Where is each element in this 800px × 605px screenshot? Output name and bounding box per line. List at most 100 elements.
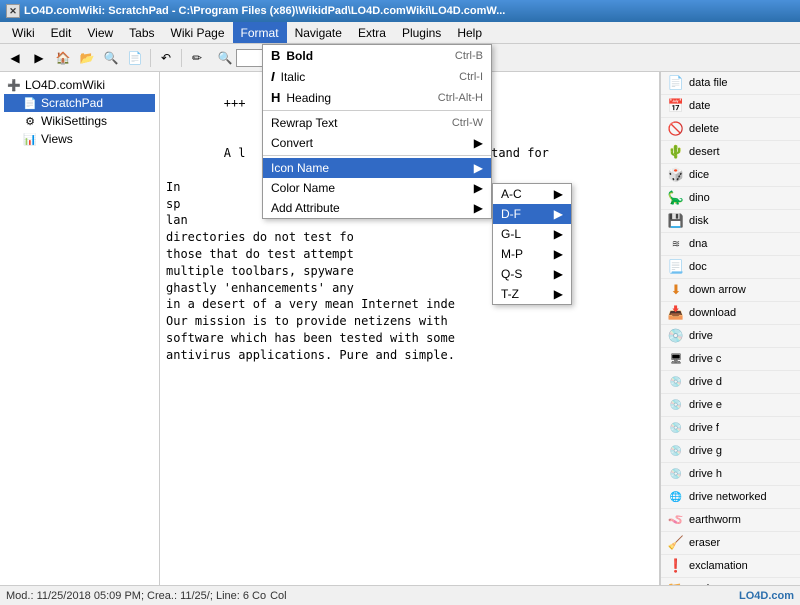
right-item-drived-label: drive d: [689, 376, 722, 388]
right-item-drivef[interactable]: 💿 drive f: [661, 417, 800, 440]
page-button[interactable]: 📄: [124, 47, 146, 69]
right-item-eraser[interactable]: 🧹 eraser: [661, 532, 800, 555]
settings-icon: ⚙: [22, 113, 38, 129]
back-button[interactable]: ◀: [4, 47, 26, 69]
icon-sub-tz-arrow: ▶: [554, 287, 563, 301]
format-rewrap[interactable]: Rewrap Text Ctrl-W: [263, 113, 491, 133]
menu-bar: Wiki Edit View Tabs Wiki Page Format Nav…: [0, 22, 800, 44]
right-item-explorer[interactable]: 📂 explorer: [661, 578, 800, 585]
drivenetworked-icon: 🌐: [667, 488, 685, 506]
right-item-driveg[interactable]: 💿 drive g: [661, 440, 800, 463]
tree-views[interactable]: 📊 Views: [4, 130, 155, 148]
right-item-drivec[interactable]: 🖥 drive c: [661, 348, 800, 371]
downarrow-icon: ⬇: [667, 281, 685, 299]
format-addattrib[interactable]: Add Attribute ▶: [263, 198, 491, 218]
right-item-datafile[interactable]: 📄 data file: [661, 72, 800, 95]
right-item-drivee[interactable]: 💿 drive e: [661, 394, 800, 417]
right-item-drive[interactable]: 💿 drive: [661, 325, 800, 348]
format-italic[interactable]: I Italic Ctrl-I: [263, 66, 491, 87]
tree-scratchpad[interactable]: 📄 ScratchPad: [4, 94, 155, 112]
date-icon: 📅: [667, 97, 685, 115]
home-button[interactable]: 🏠: [52, 47, 74, 69]
right-item-desert[interactable]: 🌵 desert: [661, 141, 800, 164]
icon-sub-tz-label: T-Z: [501, 287, 519, 301]
right-item-driveg-label: drive g: [689, 445, 722, 457]
tree-root-label: LO4D.comWiki: [25, 78, 105, 92]
tree-wikisettings-label: WikiSettings: [41, 114, 107, 128]
undo-button[interactable]: ↶: [155, 47, 177, 69]
icon-sub-tz[interactable]: T-Z ▶: [493, 284, 571, 304]
find-button[interactable]: 🔍: [100, 47, 122, 69]
format-bold[interactable]: B Bold Ctrl-B: [263, 45, 491, 66]
format-rewrap-label: Rewrap Text: [271, 116, 452, 130]
format-iconname[interactable]: Icon Name ▶: [263, 158, 491, 178]
right-item-dna[interactable]: ≋ dna: [661, 233, 800, 256]
format-colorname-label: Color Name: [271, 181, 470, 195]
format-iconname-label: Icon Name: [271, 161, 470, 175]
menu-format[interactable]: Format: [233, 22, 287, 43]
datafile-icon: 📄: [667, 74, 685, 92]
right-item-earthworm-label: earthworm: [689, 514, 741, 526]
menu-extra[interactable]: Extra: [350, 22, 394, 43]
right-item-eraser-label: eraser: [689, 537, 720, 549]
window-title: LO4D.comWiki: ScratchPad - C:\Program Fi…: [24, 5, 505, 17]
right-item-exclamation[interactable]: ❗ exclamation: [661, 555, 800, 578]
tree-wikisettings[interactable]: ⚙ WikiSettings: [4, 112, 155, 130]
fmt-separator2: [263, 155, 491, 156]
forward-button[interactable]: ▶: [28, 47, 50, 69]
right-item-downarrow[interactable]: ⬇ down arrow: [661, 279, 800, 302]
menu-navigate[interactable]: Navigate: [287, 22, 350, 43]
open-button[interactable]: 📂: [76, 47, 98, 69]
tree-scratchpad-label: ScratchPad: [41, 96, 103, 110]
page-icon: 📄: [22, 95, 38, 111]
menu-view[interactable]: View: [79, 22, 121, 43]
search-icon-btn[interactable]: 🔍: [214, 47, 236, 69]
right-item-download[interactable]: 📥 download: [661, 302, 800, 325]
right-item-download-label: download: [689, 307, 736, 319]
delete-icon: 🚫: [667, 120, 685, 138]
right-item-earthworm[interactable]: 🪱 earthworm: [661, 509, 800, 532]
right-item-drived[interactable]: 💿 drive d: [661, 371, 800, 394]
format-colorname[interactable]: Color Name ▶: [263, 178, 491, 198]
right-item-date-label: date: [689, 100, 710, 112]
format-heading[interactable]: H Heading Ctrl-Alt-H: [263, 87, 491, 108]
right-item-disk[interactable]: 💾 disk: [661, 210, 800, 233]
format-colorname-arrow: ▶: [474, 181, 483, 195]
menu-help[interactable]: Help: [449, 22, 490, 43]
icon-sub-df[interactable]: D-F ▶: [493, 204, 571, 224]
menu-wiki-page[interactable]: Wiki Page: [163, 22, 233, 43]
tree-root[interactable]: ➕ LO4D.comWiki: [4, 76, 155, 94]
edit-button[interactable]: ✏: [186, 47, 208, 69]
toolbar-separator: [150, 49, 151, 67]
menu-plugins[interactable]: Plugins: [394, 22, 449, 43]
icon-sub-ac[interactable]: A-C ▶: [493, 184, 571, 204]
right-item-drivef-label: drive f: [689, 422, 719, 434]
icon-sub-mp[interactable]: M-P ▶: [493, 244, 571, 264]
driveg-icon: 💿: [667, 442, 685, 460]
status-col: Col: [270, 590, 287, 602]
close-button[interactable]: ✕: [6, 4, 20, 18]
format-rewrap-key: Ctrl-W: [452, 117, 483, 129]
right-item-date[interactable]: 📅 date: [661, 95, 800, 118]
menu-tabs[interactable]: Tabs: [121, 22, 162, 43]
right-item-datafile-label: data file: [689, 77, 728, 89]
icon-sub-gl[interactable]: G-L ▶: [493, 224, 571, 244]
right-item-drivenetworked[interactable]: 🌐 drive networked: [661, 486, 800, 509]
icon-sub-qs[interactable]: Q-S ▶: [493, 264, 571, 284]
right-item-dice[interactable]: 🎲 dice: [661, 164, 800, 187]
menu-edit[interactable]: Edit: [43, 22, 80, 43]
menu-wiki[interactable]: Wiki: [4, 22, 43, 43]
icon-sub-df-arrow: ▶: [554, 207, 563, 221]
format-menu[interactable]: B Bold Ctrl-B I Italic Ctrl-I H Heading …: [262, 44, 492, 219]
right-item-doc[interactable]: 📃 doc: [661, 256, 800, 279]
right-item-delete[interactable]: 🚫 delete: [661, 118, 800, 141]
right-panel: 📄 data file 📅 date 🚫 delete 🌵 desert 🎲 d…: [660, 72, 800, 585]
format-convert[interactable]: Convert ▶: [263, 133, 491, 153]
icon-sub-ac-label: A-C: [501, 187, 522, 201]
right-item-driveh[interactable]: 💿 drive h: [661, 463, 800, 486]
right-item-dino[interactable]: 🦕 dino: [661, 187, 800, 210]
icon-name-submenu[interactable]: A-C ▶ D-F ▶ G-L ▶ M-P ▶ Q-S ▶ T-Z ▶: [492, 183, 572, 305]
format-italic-label: I Italic: [271, 69, 459, 84]
format-convert-arrow: ▶: [474, 136, 483, 150]
icon-sub-qs-arrow: ▶: [554, 267, 563, 281]
